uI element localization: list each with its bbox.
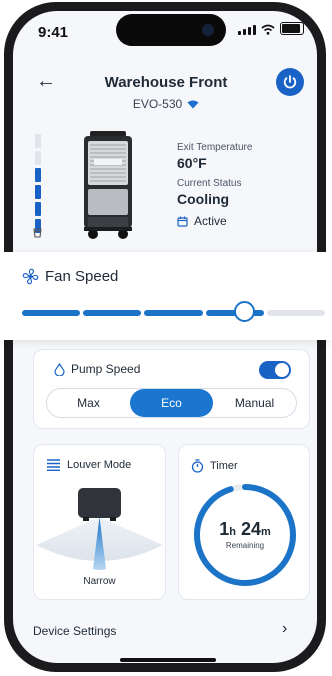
louver-mode-card[interactable]: Louver Mode Narrow bbox=[33, 444, 166, 600]
louver-mode-label: Louver Mode bbox=[67, 459, 132, 471]
device-settings-link[interactable]: Device Settings bbox=[33, 624, 116, 638]
fan-speed-segment bbox=[144, 310, 203, 316]
pump-mode-option-manual[interactable]: Manual bbox=[213, 389, 296, 417]
water-tank-icon bbox=[33, 228, 42, 241]
pump-speed-label: Pump Speed bbox=[71, 362, 141, 376]
water-level-segment bbox=[35, 185, 41, 199]
dynamic-island bbox=[116, 14, 226, 46]
stopwatch-icon bbox=[191, 459, 204, 473]
pump-mode-option-max[interactable]: Max bbox=[47, 389, 130, 417]
home-indicator bbox=[120, 658, 216, 662]
pump-toggle[interactable] bbox=[259, 361, 291, 379]
status-label: Current Status bbox=[177, 178, 242, 189]
status-icons bbox=[238, 22, 304, 35]
timer-minutes: 24 bbox=[240, 519, 261, 539]
pump-mode-selector: Max Eco Manual bbox=[46, 388, 297, 418]
schedule-status: Active bbox=[177, 214, 252, 228]
evaporative-cooler-image bbox=[84, 131, 132, 239]
wifi-connected-icon bbox=[187, 100, 199, 109]
timer-hours-unit: h bbox=[229, 526, 236, 538]
water-level-segment bbox=[35, 168, 41, 182]
status-value: Cooling bbox=[177, 191, 230, 207]
louver-mode-header: Louver Mode bbox=[46, 459, 131, 471]
pump-speed-header: Pump Speed bbox=[54, 362, 140, 376]
calendar-icon bbox=[177, 216, 188, 227]
fan-speed-slider[interactable] bbox=[22, 301, 325, 322]
louver-icon bbox=[47, 459, 60, 471]
device-info: Exit Temperature 60°F Current Status Coo… bbox=[177, 142, 252, 228]
exit-temp-value: 60°F bbox=[177, 155, 207, 171]
wifi-icon bbox=[261, 24, 275, 35]
device-model-text: EVO-530 bbox=[132, 97, 183, 111]
power-button[interactable] bbox=[276, 68, 304, 96]
schedule-status-text: Active bbox=[194, 214, 227, 228]
timer-caption: Remaining bbox=[225, 541, 265, 550]
battery-icon bbox=[280, 22, 304, 35]
fan-speed-segment bbox=[83, 310, 142, 316]
pump-mode-option-eco[interactable]: Eco bbox=[130, 389, 213, 417]
timer-header: Timer bbox=[191, 459, 238, 473]
fan-speed-segment bbox=[266, 310, 325, 316]
cellular-icon bbox=[238, 25, 256, 35]
airflow-pattern-graphic bbox=[36, 488, 163, 570]
water-level-indicator bbox=[35, 134, 41, 236]
timer-label: Timer bbox=[210, 460, 238, 472]
fan-speed-card: Fan Speed bbox=[0, 252, 332, 340]
fan-speed-thumb[interactable] bbox=[234, 301, 256, 322]
timer-hours: 1 bbox=[219, 519, 230, 539]
chevron-right-icon[interactable]: › bbox=[282, 620, 287, 638]
water-level-segment bbox=[35, 151, 41, 165]
fan-speed-header: Fan Speed bbox=[22, 268, 118, 285]
water-drop-icon bbox=[54, 362, 65, 376]
status-time: 9:41 bbox=[38, 24, 69, 41]
fan-icon bbox=[22, 268, 39, 285]
fan-speed-label: Fan Speed bbox=[45, 268, 119, 285]
exit-temp-label: Exit Temperature bbox=[177, 142, 253, 153]
timer-minutes-unit: m bbox=[261, 526, 271, 538]
louver-mode-value: Narrow bbox=[83, 576, 116, 587]
timer-card[interactable]: Timer 1h 24m Remaining bbox=[178, 444, 310, 600]
water-level-segment bbox=[35, 134, 41, 148]
device-model: EVO-530 bbox=[0, 97, 332, 111]
power-icon bbox=[283, 75, 297, 89]
fan-speed-segment bbox=[22, 310, 81, 316]
pump-speed-card: Pump Speed Max Eco Manual bbox=[33, 349, 310, 429]
water-level-segment bbox=[35, 202, 41, 216]
timer-readout: 1h 24m Remaining bbox=[192, 519, 298, 550]
